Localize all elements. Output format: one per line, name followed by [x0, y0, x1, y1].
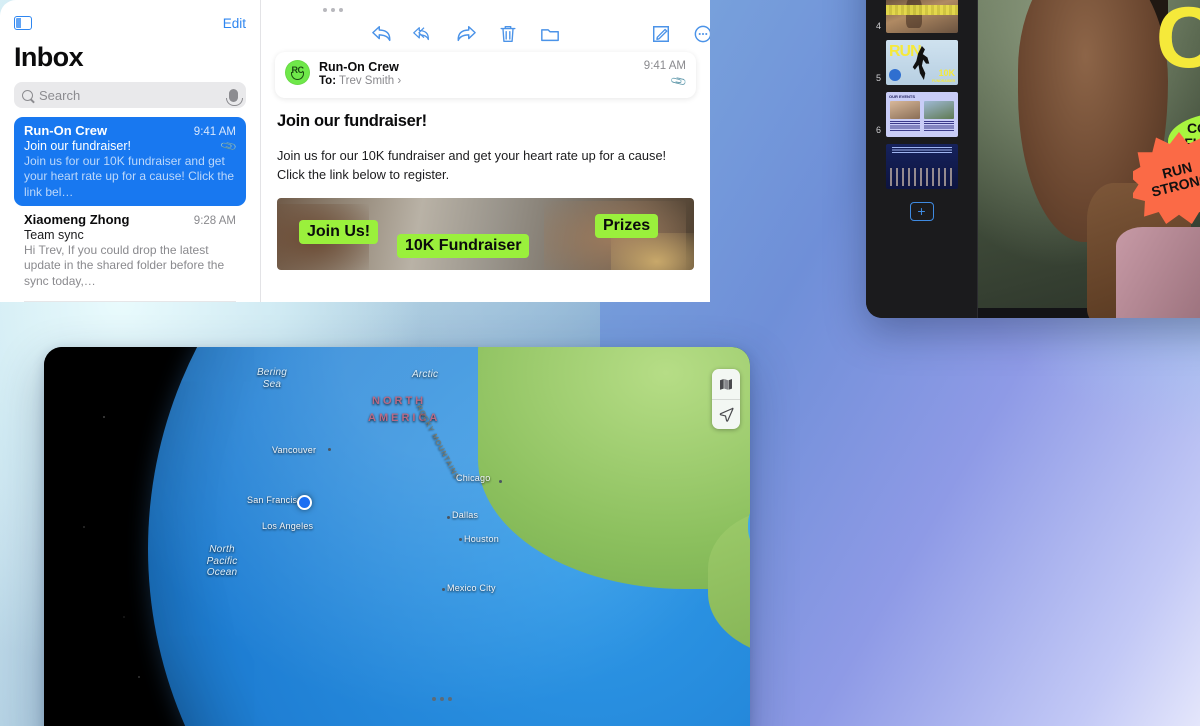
- list-item[interactable]: Run-On Crew 9:41 AM Join our fundraiser!…: [14, 117, 246, 207]
- sidebar-toggle-icon[interactable]: [14, 16, 32, 30]
- reply-icon[interactable]: [371, 24, 393, 44]
- recipient-name: Trev Smith: [339, 75, 395, 87]
- mail-reader-pane[interactable]: RC Run-On Crew To: Trev Smith › 9:41 AM …: [260, 0, 710, 302]
- slide-number: 6: [875, 125, 881, 135]
- label-los-angeles: Los Angeles: [262, 521, 314, 531]
- slide-canvas[interactable]: RU C COMMUNITY FUNDRAISER 10K RUN RUN ST…: [978, 0, 1200, 318]
- forward-icon[interactable]: [455, 24, 477, 44]
- add-slide-button[interactable]: +: [909, 202, 934, 221]
- mail-window[interactable]: Edit Inbox Search Run-On Crew 9:41 AM Jo…: [0, 0, 710, 302]
- search-icon: [22, 89, 33, 101]
- window-drag-handle[interactable]: [432, 697, 452, 701]
- page-title: Inbox: [14, 42, 84, 72]
- slide-number: 4: [875, 21, 881, 31]
- search-placeholder: Search: [39, 87, 81, 103]
- edit-button[interactable]: Edit: [223, 16, 246, 31]
- slide-number: [870, 187, 881, 189]
- map-controls[interactable]: [712, 369, 740, 429]
- slide-thumbnail-5[interactable]: RUN 10K FUNDRAISER: [886, 40, 958, 85]
- crew-badge-icon: [889, 69, 901, 81]
- mail-toolbar[interactable]: [261, 0, 710, 46]
- location-arrow-icon: [719, 407, 734, 422]
- avatar: RC: [285, 60, 310, 85]
- list-item[interactable]: Xiaomeng Zhong 9:28 AM Team sync Hi Trev…: [14, 206, 246, 295]
- reply-all-icon[interactable]: [413, 24, 435, 44]
- message-body: Join our fundraiser! Join us for our 10K…: [261, 98, 710, 271]
- photo-top: [1116, 227, 1200, 318]
- mail-sidebar[interactable]: Edit Inbox Search Run-On Crew 9:41 AM Jo…: [0, 0, 260, 302]
- microphone-icon[interactable]: [226, 88, 243, 106]
- landmass-north-america: [478, 347, 750, 589]
- message-text: Join us for our 10K fundraiser and get y…: [277, 148, 667, 182]
- label-dallas: Dallas: [452, 510, 479, 520]
- slide-headline: RU C: [1155, 0, 1200, 86]
- message-preview: Hi Trev, If you could drop the latest up…: [24, 243, 225, 288]
- dallas-dot: [447, 516, 450, 519]
- message-title: Join our fundraiser!: [277, 112, 427, 130]
- label-north-pacific-ocean: North Pacific Ocean: [206, 544, 238, 578]
- message-sender: Run-On Crew: [24, 123, 108, 138]
- message-sender: Xiaomeng Zhong: [24, 212, 130, 228]
- search-input[interactable]: Search: [14, 82, 246, 108]
- mexico-city-dot: [442, 588, 445, 591]
- folder-icon[interactable]: [539, 24, 561, 44]
- message-preview: Join us for our 10K fundraiser and get y…: [24, 154, 235, 199]
- chicago-dot: [499, 480, 502, 483]
- to-label: To:: [319, 75, 337, 87]
- compose-icon[interactable]: [650, 24, 672, 44]
- more-circle-icon[interactable]: [692, 24, 710, 44]
- label-vancouver: Vancouver: [272, 445, 317, 455]
- message-list[interactable]: Run-On Crew 9:41 AM Join our fundraiser!…: [14, 117, 246, 302]
- slide-number: 5: [875, 73, 881, 83]
- banner-tag: 10K Fundraiser: [397, 234, 530, 259]
- message-subject: Join our fundraiser!: [24, 139, 132, 153]
- desktop-screen: 3 COMMUNITY 4 5: [0, 0, 1200, 726]
- slide-thumbnail-6[interactable]: OUR EVENTS: [886, 92, 958, 137]
- message-header-card[interactable]: RC Run-On Crew To: Trev Smith › 9:41 AM …: [275, 52, 696, 98]
- slide-navigator[interactable]: 3 COMMUNITY 4 5: [866, 0, 978, 318]
- slide-thumbnail-item[interactable]: 6 OUR EVENTS: [866, 92, 977, 137]
- banner-tag: Join Us!: [299, 220, 379, 245]
- message-banner-image[interactable]: Join Us! 10K Fundraiser Prizes: [277, 198, 694, 271]
- label-arctic: Arctic: [412, 369, 439, 380]
- message-time: 9:28 AM: [193, 215, 236, 228]
- paperclip-icon: 📎: [670, 73, 689, 91]
- message-time: 9:41 AM: [643, 60, 686, 72]
- slide-thumbnail-4[interactable]: [886, 0, 958, 33]
- maps-window[interactable]: Bering Sea Arctic NORTH AMERICA ROCKY MOU…: [44, 347, 750, 726]
- locate-me-button[interactable]: [712, 399, 740, 429]
- label-bering-sea: Bering Sea: [256, 367, 288, 390]
- message-sender: Run-On Crew: [319, 60, 399, 74]
- message-recipient[interactable]: To: Trev Smith ›: [319, 75, 635, 87]
- globe[interactable]: [148, 347, 750, 726]
- paperclip-icon: 📎: [220, 137, 239, 156]
- label-mexico-city: Mexico City: [447, 583, 496, 593]
- slide-thumbnail-item[interactable]: 5 RUN 10K FUNDRAISER: [866, 40, 977, 85]
- banner-tag: Prizes: [595, 214, 659, 239]
- map-mode-button[interactable]: [712, 369, 740, 399]
- message-subject: Team sync: [24, 228, 84, 243]
- slide-thumbnail-item[interactable]: [866, 144, 977, 189]
- houston-dot: [459, 538, 462, 541]
- label-chicago: Chicago: [456, 473, 491, 483]
- slide-thumbnail-7[interactable]: [886, 144, 958, 189]
- slide-thumbnail-item[interactable]: 4: [866, 0, 977, 33]
- chevron-right-icon: ›: [397, 75, 402, 87]
- label-houston: Houston: [464, 534, 499, 544]
- window-drag-handle[interactable]: [323, 8, 343, 12]
- slide6-header: OUR EVENTS: [889, 94, 916, 99]
- message-time: 9:41 AM: [193, 126, 236, 138]
- san-francisco-marker[interactable]: [297, 495, 312, 510]
- map-icon: [720, 378, 732, 390]
- vancouver-dot: [328, 448, 331, 451]
- keynote-window[interactable]: 3 COMMUNITY 4 5: [866, 0, 1200, 318]
- trash-icon[interactable]: [497, 24, 519, 44]
